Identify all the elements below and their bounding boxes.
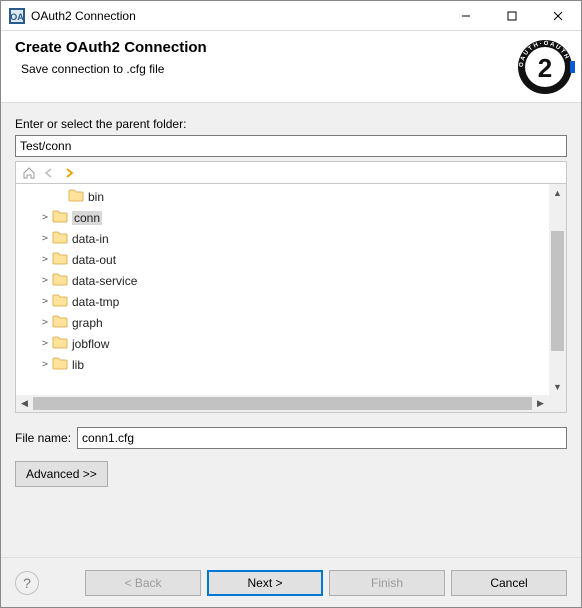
tree-item-data-in[interactable]: > data-in — [16, 228, 549, 249]
folder-icon — [52, 209, 72, 226]
tree-item-label: data-service — [72, 274, 137, 288]
wizard-button-bar: ? < Back Next > Finish Cancel — [1, 557, 581, 607]
folder-icon — [52, 356, 72, 373]
tree-item-data-service[interactable]: > data-service — [16, 270, 549, 291]
parent-folder-input[interactable] — [15, 135, 567, 157]
advanced-button[interactable]: Advanced >> — [15, 461, 108, 487]
help-icon: ? — [23, 575, 31, 591]
folder-tree: >bin>conn>data-in>data-out>data-service>… — [15, 183, 567, 413]
expand-icon[interactable]: > — [38, 275, 52, 286]
next-button[interactable]: Next > — [207, 570, 323, 596]
home-icon[interactable] — [20, 164, 38, 182]
tree-item-label: bin — [88, 190, 104, 204]
tree-item-label: jobflow — [72, 337, 109, 351]
horizontal-scrollbar[interactable]: ◀ ▶ — [16, 395, 549, 412]
folder-icon — [52, 251, 72, 268]
expand-icon[interactable]: > — [38, 212, 52, 223]
wizard-header: Create OAuth2 Connection Save connection… — [1, 31, 581, 103]
window-title: OAuth2 Connection — [31, 9, 136, 23]
tree-item-data-tmp[interactable]: > data-tmp — [16, 291, 549, 312]
cancel-button[interactable]: Cancel — [451, 570, 567, 596]
back-button[interactable]: < Back — [85, 570, 201, 596]
scroll-thumb-vertical[interactable] — [551, 231, 564, 351]
finish-button[interactable]: Finish — [329, 570, 445, 596]
filename-label: File name: — [15, 431, 71, 445]
minimize-button[interactable] — [443, 1, 489, 31]
tree-item-bin[interactable]: >bin — [16, 186, 549, 207]
filename-input[interactable] — [77, 427, 567, 449]
folder-tree-view[interactable]: >bin>conn>data-in>data-out>data-service>… — [16, 184, 549, 395]
folder-icon — [52, 314, 72, 331]
tree-item-label: data-out — [72, 253, 116, 267]
svg-text:OA: OA — [10, 12, 24, 22]
tree-toolbar — [15, 161, 567, 183]
scroll-up-icon[interactable]: ▲ — [549, 184, 566, 201]
tree-item-label: lib — [72, 358, 84, 372]
page-title: Create OAuth2 Connection — [15, 39, 567, 56]
expand-icon[interactable]: > — [38, 317, 52, 328]
parent-folder-label: Enter or select the parent folder: — [15, 117, 567, 131]
folder-icon — [68, 188, 88, 205]
tree-item-lib[interactable]: > lib — [16, 354, 549, 375]
scroll-right-icon[interactable]: ▶ — [532, 395, 549, 412]
expand-icon[interactable]: > — [38, 338, 52, 349]
title-bar: OA OAuth2 Connection — [1, 1, 581, 31]
maximize-button[interactable] — [489, 1, 535, 31]
oauth2-logo: 2 O A U T H · O A U T H — [515, 37, 575, 97]
help-button[interactable]: ? — [15, 571, 39, 595]
scroll-down-icon[interactable]: ▼ — [549, 378, 566, 395]
svg-text:2: 2 — [538, 53, 552, 83]
expand-icon[interactable]: > — [38, 254, 52, 265]
tree-item-label: data-tmp — [72, 295, 119, 309]
close-button[interactable] — [535, 1, 581, 31]
expand-icon[interactable]: > — [38, 233, 52, 244]
tree-item-label: conn — [72, 211, 102, 225]
forward-arrow-icon[interactable] — [60, 164, 78, 182]
tree-item-label: data-in — [72, 232, 109, 246]
app-icon: OA — [9, 8, 25, 24]
folder-icon — [52, 272, 72, 289]
folder-icon — [52, 335, 72, 352]
content-area: Enter or select the parent folder: >bin>… — [1, 103, 581, 557]
scroll-corner — [549, 395, 566, 412]
tree-item-graph[interactable]: > graph — [16, 312, 549, 333]
folder-icon — [52, 293, 72, 310]
tree-item-jobflow[interactable]: > jobflow — [16, 333, 549, 354]
tree-item-data-out[interactable]: > data-out — [16, 249, 549, 270]
expand-icon[interactable]: > — [38, 359, 52, 370]
scroll-left-icon[interactable]: ◀ — [16, 395, 33, 412]
tree-item-label: graph — [72, 316, 103, 330]
vertical-scrollbar[interactable]: ▲ ▼ — [549, 184, 566, 395]
expand-icon[interactable]: > — [38, 296, 52, 307]
folder-icon — [52, 230, 72, 247]
page-subtitle: Save connection to .cfg file — [21, 62, 567, 76]
back-arrow-icon[interactable] — [40, 164, 58, 182]
tree-item-conn[interactable]: > conn — [16, 207, 549, 228]
scroll-thumb-horizontal[interactable] — [33, 397, 532, 410]
